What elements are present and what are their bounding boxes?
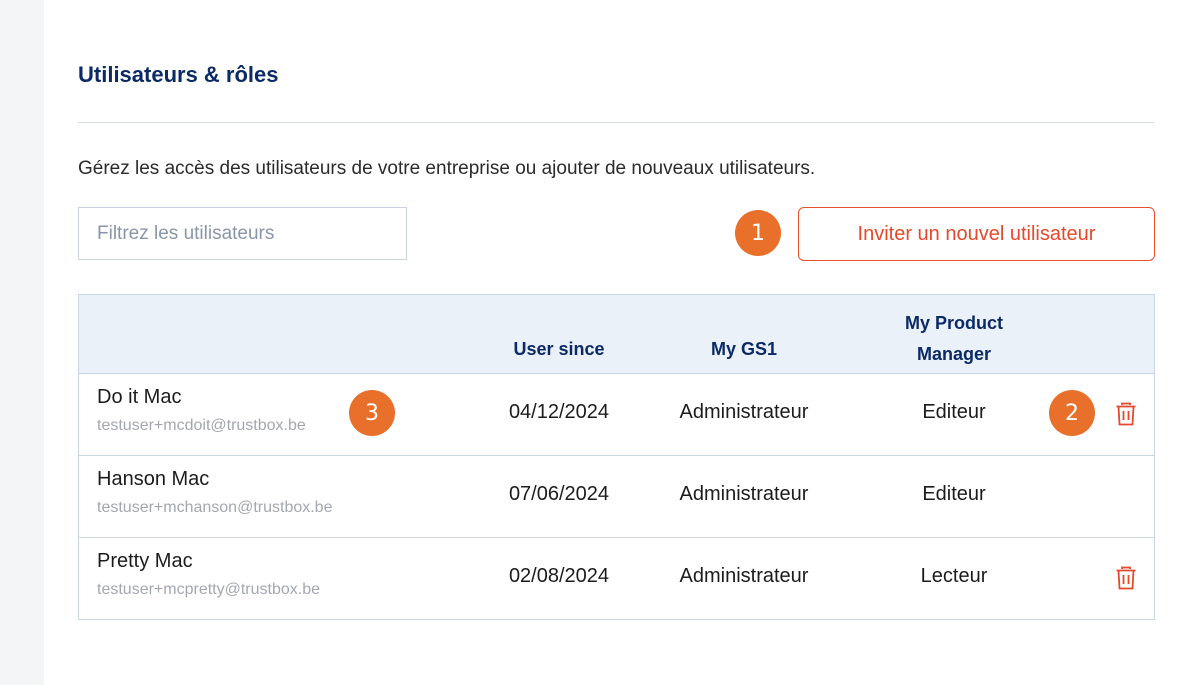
table-row: Pretty Mac testuser+mcpretty@trustbox.be… <box>79 538 1154 619</box>
user-email: testuser+mcdoit@trustbox.be <box>97 417 306 434</box>
trash-icon[interactable] <box>1115 566 1137 590</box>
user-pm-role: Editeur <box>922 483 986 505</box>
header-pm-line2: Manager <box>916 344 992 364</box>
user-pm-role: Editeur <box>922 401 986 423</box>
table-row: Do it Mac testuser+mcdoit@trustbox.be 3 … <box>79 374 1154 456</box>
header-pm-line1: My Product <box>904 313 1003 333</box>
step-badge-1: 1 <box>735 210 781 256</box>
users-table: User since My GS1 My Product Manager Do … <box>78 294 1155 620</box>
header-my-product-manager: My Product Manager <box>869 308 1039 370</box>
page-title: Utilisateurs & rôles <box>78 62 279 87</box>
user-since: 04/12/2024 <box>508 401 610 423</box>
users-roles-panel: Utilisateurs & rôles Gérez les accès des… <box>44 0 1202 685</box>
filter-users-input[interactable] <box>78 207 407 260</box>
user-since: 02/08/2024 <box>508 565 610 587</box>
user-name: Pretty Mac <box>97 550 193 572</box>
page-description: Gérez les accès des utilisateurs de votr… <box>78 158 816 179</box>
invite-user-button[interactable]: Inviter un nouvel utilisateur <box>798 207 1155 261</box>
user-email: testuser+mcpretty@trustbox.be <box>97 581 320 598</box>
user-pm-role: Lecteur <box>920 565 988 587</box>
header-user-since: User since <box>513 339 605 359</box>
user-name: Do it Mac <box>97 386 182 408</box>
header-my-gs1: My GS1 <box>710 339 778 359</box>
title-divider <box>78 122 1154 123</box>
user-gs1-role: Administrateur <box>679 565 809 587</box>
user-gs1-role: Administrateur <box>679 483 809 505</box>
step-badge-2: 2 <box>1049 390 1095 436</box>
trash-icon[interactable] <box>1115 402 1137 426</box>
table-header: User since My GS1 My Product Manager <box>79 295 1154 374</box>
user-since: 07/06/2024 <box>508 483 610 505</box>
user-name: Hanson Mac <box>97 468 210 490</box>
table-row: Hanson Mac testuser+mchanson@trustbox.be… <box>79 456 1154 538</box>
step-badge-3: 3 <box>349 390 395 436</box>
user-gs1-role: Administrateur <box>679 401 809 423</box>
user-email: testuser+mchanson@trustbox.be <box>97 499 333 516</box>
